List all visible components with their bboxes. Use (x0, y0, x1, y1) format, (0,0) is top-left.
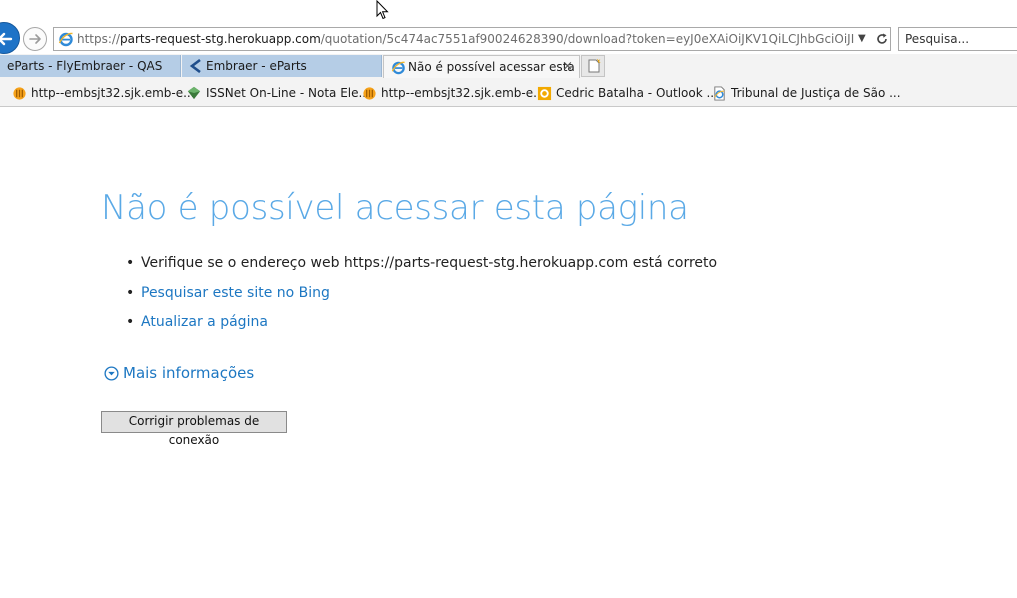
bullet: • (126, 255, 135, 271)
url-prefix: https:// (77, 32, 121, 46)
new-tab-icon (588, 58, 601, 73)
tab-embraer-eparts[interactable]: Embraer - eParts (182, 55, 382, 77)
back-button[interactable] (0, 22, 20, 54)
close-tab-icon[interactable]: × (562, 56, 573, 78)
search-bing-link[interactable]: Pesquisar este site no Bing (141, 283, 330, 303)
browser-chrome: https://parts-request-stg.herokuapp.com/… (0, 0, 1017, 107)
tab-eparts-flyembraer[interactable]: eParts - FlyEmbraer - QAS (0, 55, 181, 77)
url-host: parts-request-stg.herokuapp.com (120, 32, 321, 46)
forward-arrow-icon (29, 34, 41, 44)
refresh-icon[interactable] (874, 31, 890, 47)
chevron-down-circle-icon (104, 366, 119, 381)
error-page: Não é possível acessar esta página • Ver… (0, 108, 1017, 598)
ie-page-icon (714, 86, 725, 101)
url-path: /quotation/5c474ac7551af90024628390/down… (320, 32, 855, 46)
address-dropdown-icon[interactable]: ▼ (858, 33, 866, 44)
new-tab-button[interactable] (581, 55, 605, 77)
favorite-label: Tribunal de Justiça de São ... (731, 86, 901, 100)
embraer-logo-icon (189, 59, 201, 73)
mouse-cursor-icon (376, 0, 389, 20)
bullet: • (126, 314, 135, 330)
tab-label: Embraer - eParts (206, 59, 307, 73)
page-title: Não é possível acessar esta página (101, 188, 689, 228)
back-arrow-icon (0, 32, 13, 46)
favorite-label: Cedric Batalha - Outlook ... (556, 86, 718, 100)
bullet: • (126, 284, 135, 301)
favorites-bar: http--embsjt32.sjk.emb-e... ISSNet On-Li… (0, 80, 1017, 106)
check-address-text: Verifique se o endereço web https://part… (141, 255, 718, 271)
more-info-label: Mais informações (123, 364, 255, 382)
ie-rings-icon (13, 87, 26, 100)
outlook-icon (537, 86, 552, 101)
search-box[interactable] (898, 27, 1017, 51)
green-gem-icon (187, 86, 201, 100)
tab-label: Não é possível acessar esta ... (408, 60, 580, 74)
address-bar[interactable]: https://parts-request-stg.herokuapp.com/… (53, 27, 891, 51)
search-input[interactable] (905, 29, 1015, 49)
ie-rings-icon (363, 87, 376, 100)
favorite-label: http--embsjt32.sjk.emb-e... (31, 86, 195, 100)
forward-button[interactable] (23, 27, 47, 51)
refresh-page-link[interactable]: Atualizar a página (141, 312, 268, 332)
address-url[interactable]: https://parts-request-stg.herokuapp.com/… (77, 32, 855, 46)
internet-explorer-icon (58, 32, 73, 47)
tab-error-page[interactable]: Não é possível acessar esta ... × (383, 55, 580, 78)
navigation-bar: https://parts-request-stg.herokuapp.com/… (0, 0, 1017, 54)
favorite-label: http--embsjt32.sjk.emb-e... (381, 86, 545, 100)
favorite-label: ISSNet On-Line - Nota Ele... (206, 86, 370, 100)
tab-strip: eParts - FlyEmbraer - QAS Embraer - ePar… (0, 55, 1017, 78)
internet-explorer-icon (391, 61, 405, 75)
fix-connection-button[interactable]: Corrigir problemas de conexão (101, 411, 287, 447)
tab-label: eParts - FlyEmbraer - QAS (7, 59, 163, 73)
